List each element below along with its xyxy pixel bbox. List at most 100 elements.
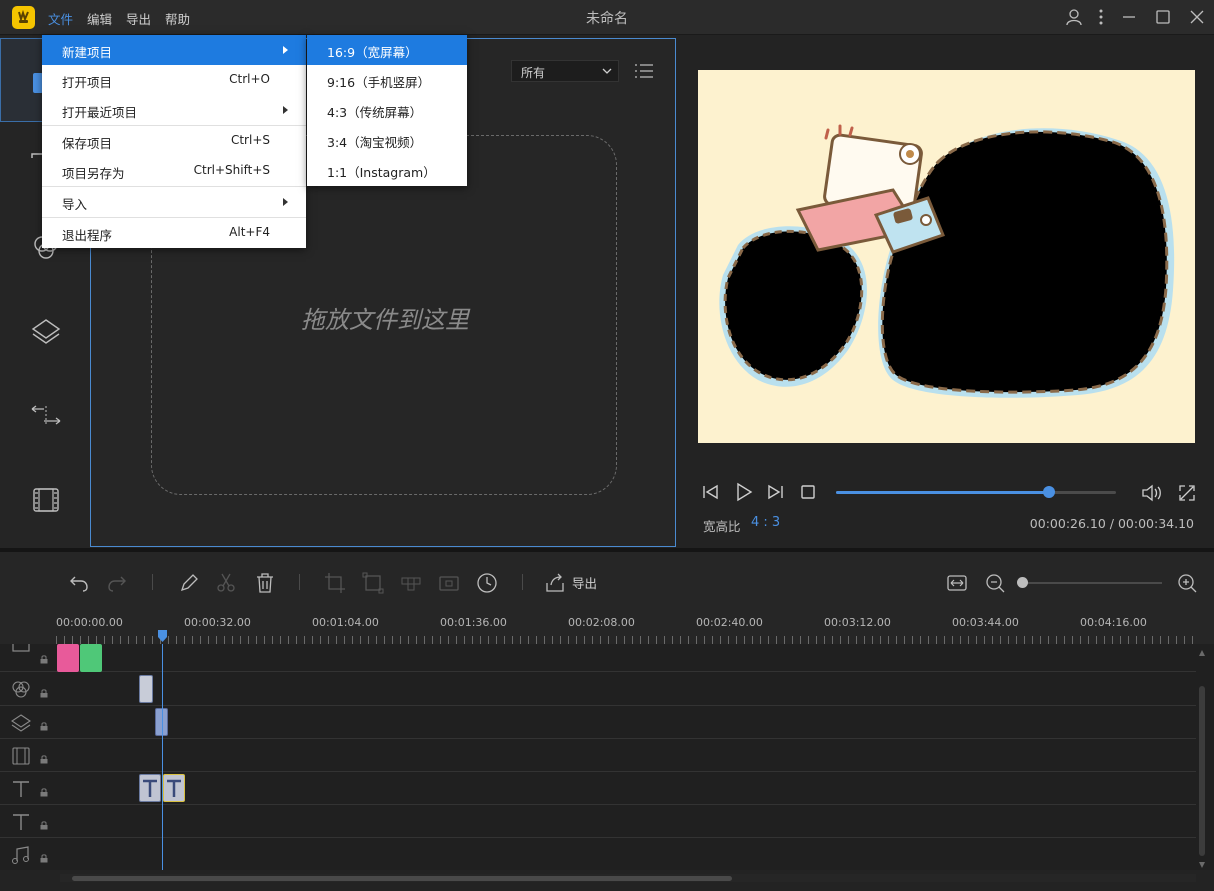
stop-icon[interactable]	[800, 484, 816, 500]
media-filter-select[interactable]: 所有	[511, 60, 619, 82]
zoom-slider[interactable]	[1022, 582, 1162, 584]
timeline-ruler[interactable]: 00:00:00.00 00:00:32.00 00:01:04.00 00:0…	[0, 610, 1214, 644]
next-frame-icon[interactable]	[766, 484, 784, 500]
zoom-slider-knob[interactable]	[1017, 577, 1028, 588]
preview-image	[719, 124, 1175, 398]
filter-track[interactable]	[0, 673, 1196, 706]
menu-item-shortcut: Ctrl+Shift+S	[193, 163, 270, 177]
lock-icon[interactable]	[40, 722, 48, 731]
menu-item-open-project[interactable]: 打开项目 Ctrl+O	[42, 65, 306, 95]
minimize-icon[interactable]	[1120, 8, 1138, 26]
element-track[interactable]	[0, 739, 1196, 772]
menu-item-label: 保存项目	[62, 136, 113, 151]
transition-icon[interactable]	[30, 400, 62, 432]
menu-item-label: 项目另存为	[62, 166, 125, 181]
lock-icon[interactable]	[40, 655, 48, 664]
export-button-label[interactable]: 导出	[572, 573, 597, 592]
filter-clip[interactable]	[139, 675, 153, 703]
submenu-item-4-3[interactable]: 4:3（传统屏幕）	[307, 95, 467, 125]
title-bar: 文件 编辑 导出 帮助 未命名	[0, 0, 1214, 35]
film-element-icon[interactable]	[30, 484, 62, 516]
window-title: 未命名	[586, 11, 628, 27]
aspect-ratio-value[interactable]: 4 : 3	[751, 515, 780, 530]
text-track-icon	[13, 814, 29, 830]
close-icon[interactable]	[1188, 8, 1206, 26]
submenu-item-16-9[interactable]: 16:9（宽屏幕）	[307, 35, 467, 65]
submenu-arrow-icon	[283, 46, 288, 54]
ruler-label: 00:02:40.00	[696, 616, 763, 629]
video-clip[interactable]	[80, 644, 102, 672]
music-track[interactable]	[0, 838, 1196, 870]
ruler-label: 00:01:04.00	[312, 616, 379, 629]
video-clip[interactable]	[57, 644, 79, 672]
export-icon[interactable]	[544, 572, 566, 594]
menu-item-import[interactable]: 导入	[42, 187, 306, 217]
ruler-label: 00:00:00.00	[56, 616, 123, 629]
lock-icon[interactable]	[40, 821, 48, 830]
zoom-out-icon[interactable]	[984, 572, 1006, 594]
video-track[interactable]	[0, 644, 1196, 672]
submenu-item-label: 3:4（淘宝视频）	[327, 135, 423, 150]
playback-progress-knob[interactable]	[1042, 486, 1055, 498]
text-track[interactable]	[0, 772, 1196, 805]
menu-item-shortcut: Alt+F4	[229, 225, 270, 239]
menu-item-save-project[interactable]: 保存项目 Ctrl+S	[42, 126, 306, 156]
scrollbar-graphic	[1199, 650, 1205, 868]
lock-icon[interactable]	[40, 854, 48, 863]
edit-pencil-icon[interactable]	[178, 572, 200, 594]
scrollbar-thumb[interactable]	[72, 876, 732, 881]
play-icon[interactable]	[734, 482, 754, 502]
submenu-item-3-4[interactable]: 3:4（淘宝视频）	[307, 125, 467, 155]
playhead-handle[interactable]	[158, 630, 167, 642]
lock-icon[interactable]	[40, 788, 48, 797]
playback-progress[interactable]	[836, 486, 1116, 498]
text-clip[interactable]	[163, 774, 185, 802]
maximize-icon[interactable]	[1154, 8, 1172, 26]
ruler-label: 00:02:08.00	[568, 616, 635, 629]
previous-frame-icon[interactable]	[702, 484, 720, 500]
media-filter-value: 所有	[521, 66, 546, 80]
ruler-ticks	[56, 636, 1196, 644]
toolbar-separator	[299, 574, 300, 590]
submenu-item-label: 9:16（手机竖屏）	[327, 75, 431, 90]
menu-item-label: 打开项目	[62, 75, 113, 90]
list-view-icon[interactable]	[634, 62, 654, 80]
ruler-label: 00:00:32.00	[184, 616, 251, 629]
submenu-item-label: 1:1（Instagram）	[327, 165, 436, 180]
submenu-item-1-1[interactable]: 1:1（Instagram）	[307, 155, 467, 185]
timeline-tracks	[0, 644, 1214, 870]
user-icon[interactable]	[1065, 8, 1083, 26]
lock-icon[interactable]	[40, 755, 48, 764]
text-track-2[interactable]	[0, 805, 1196, 838]
menu-item-save-as[interactable]: 项目另存为 Ctrl+Shift+S	[42, 156, 306, 186]
aspect-ratio-label: 宽高比	[703, 519, 741, 534]
overlay-layers-icon[interactable]	[30, 316, 62, 348]
undo-icon[interactable]	[68, 572, 90, 594]
menu-item-exit[interactable]: 退出程序 Alt+F4	[42, 218, 306, 248]
zoom-in-icon[interactable]	[1176, 572, 1198, 594]
fullscreen-icon[interactable]	[1178, 484, 1196, 502]
timeline-vertical-scrollbar[interactable]	[1198, 644, 1206, 870]
overlay-track[interactable]	[0, 706, 1196, 739]
crop-icon	[325, 573, 345, 593]
playback-progress-fill	[836, 491, 1049, 494]
element-track-icon	[12, 747, 30, 765]
menu-item-open-recent[interactable]: 打开最近项目	[42, 95, 306, 125]
filter-track-icon	[12, 681, 30, 698]
timecode: 00:00:26.10 / 00:00:34.10	[1029, 516, 1194, 531]
more-options-icon[interactable]	[1092, 8, 1110, 26]
volume-icon[interactable]	[1141, 484, 1163, 502]
lock-icon[interactable]	[40, 689, 48, 698]
menu-item-label: 导入	[62, 197, 88, 212]
fit-timeline-icon[interactable]	[946, 572, 968, 594]
duration-clock-icon[interactable]	[476, 572, 498, 594]
app-window: 文件 编辑 导出 帮助 未命名 所有 拖放文件到这里 宽高比 4: 3 00:…	[0, 0, 1214, 891]
text-clip[interactable]	[139, 774, 161, 802]
overlay-track-icon	[11, 714, 31, 732]
scissors-icon	[217, 573, 235, 592]
menu-item-new-project[interactable]: 新建项目	[42, 35, 306, 65]
delete-icon[interactable]	[254, 572, 276, 594]
toolbar-separator	[522, 574, 523, 590]
timeline-horizontal-scrollbar[interactable]	[60, 874, 1196, 882]
submenu-item-9-16[interactable]: 9:16（手机竖屏）	[307, 65, 467, 95]
